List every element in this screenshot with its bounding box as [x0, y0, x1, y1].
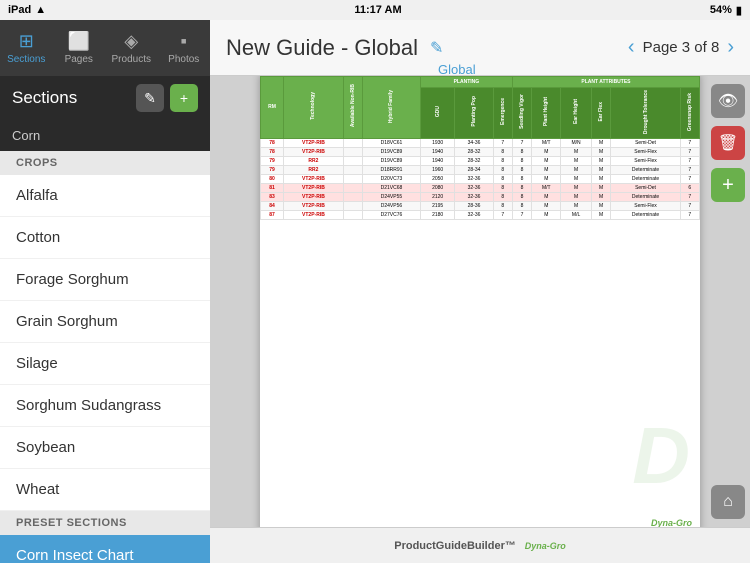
preset-sections-header: PRESET SECTIONS: [0, 511, 210, 535]
status-bar: iPad ▲ 11:17 AM 54% ▮: [0, 0, 750, 20]
eye-icon: 👁: [718, 91, 738, 111]
crop-grain-sorghum[interactable]: Grain Sorghum: [0, 301, 210, 343]
doc-subtitle: Global: [438, 62, 476, 77]
col-planting-header: PLANTING: [420, 76, 512, 87]
col-planth: Plant Height: [532, 87, 561, 138]
col-greensnap: Greensnap Risk: [680, 87, 699, 138]
doc-title: New Guide - Global: [226, 35, 418, 61]
wifi-icon: ▲: [35, 4, 46, 16]
tab-pages-label: Pages: [65, 54, 93, 65]
eye-button[interactable]: 👁: [711, 84, 745, 118]
bottom-logo: Dyna-Gro: [525, 541, 566, 551]
crop-soybean[interactable]: Soybean: [0, 427, 210, 469]
tab-products[interactable]: ◈ Products: [105, 20, 158, 76]
status-right: 54% ▮: [710, 4, 742, 17]
crop-forage-sorghum[interactable]: Forage Sorghum: [0, 259, 210, 301]
table-row: 80VT2P-RIBD20VC73205032-3688MMMDetermina…: [261, 174, 700, 183]
tab-photos[interactable]: ▪ Photos: [158, 20, 211, 76]
crop-sorghum-sudangrass[interactable]: Sorghum Sudangrass: [0, 385, 210, 427]
table-row: 87VT2P-RIBD27VC76218032-3677MM/LMDetermi…: [261, 210, 700, 219]
tab-pages[interactable]: ⬜ Pages: [53, 20, 106, 76]
bottom-brand-label: ProductGuideBuilder™: [394, 540, 516, 552]
trash-icon: 🗑: [718, 133, 738, 153]
page-brand: Dyna-Gro: [651, 518, 692, 528]
table-row: 81VT2P-RIBD21VC68208032-3688M/TMMSemi-De…: [261, 183, 700, 192]
page-label: Page 3 of 8: [643, 39, 720, 56]
home-icon: ⌂: [723, 493, 733, 511]
status-time: 11:17 AM: [354, 4, 401, 16]
tab-sections[interactable]: ⊞ Sections: [0, 20, 53, 76]
table-row: 84VT2P-RIBD24VP56219528-3688MMMSemi-Flex…: [261, 201, 700, 210]
chart-table: RM Technology Available Non-RIB Hybrid F…: [260, 76, 700, 220]
sections-icon: ⊞: [19, 31, 34, 52]
tab-sections-label: Sections: [7, 54, 45, 65]
doc-edit-icon[interactable]: ✎: [430, 38, 443, 58]
add-button[interactable]: +: [711, 168, 745, 202]
status-left: iPad ▲: [8, 4, 46, 16]
page-inner: D RM Technology Available Non-RIB Hybrid…: [260, 76, 700, 527]
tab-bar: ⊞ Sections ⬜ Pages ◈ Products ▪ Photos: [0, 20, 210, 76]
add-section-button[interactable]: +: [170, 84, 198, 112]
right-panel: New Guide - Global ✎ Global ‹ Page 3 of …: [210, 20, 750, 563]
col-avail: Available Non-RIB: [343, 76, 362, 138]
app-container: ⊞ Sections ⬜ Pages ◈ Products ▪ Photos S…: [0, 20, 750, 563]
col-seedling: Seedling Vigor: [512, 87, 531, 138]
col-attributes-header: PLANT ATTRIBUTES: [512, 76, 699, 87]
delete-button[interactable]: 🗑: [711, 126, 745, 160]
next-page-button[interactable]: ›: [727, 36, 734, 59]
col-hybrid: Hybrid Family: [363, 76, 421, 138]
pagination: ‹ Page 3 of 8 ›: [628, 36, 734, 59]
device-label: iPad: [8, 4, 31, 16]
add-icon: +: [722, 174, 734, 197]
sidebar: ⊞ Sections ⬜ Pages ◈ Products ▪ Photos S…: [0, 20, 210, 563]
crop-silage[interactable]: Silage: [0, 343, 210, 385]
right-actions: 👁 🗑 + ⌂: [706, 76, 750, 527]
corn-label: Corn: [0, 120, 210, 151]
content-area: D RM Technology Available Non-RIB Hybrid…: [210, 76, 750, 527]
bottom-bar: ProductGuideBuilder™ Dyna-Gro: [210, 527, 750, 563]
col-rm: RM: [261, 76, 284, 138]
col-pop: Planting Pop: [455, 87, 493, 138]
table-row: 83VT2P-RIBD24VP55212032-3688MMMDetermina…: [261, 192, 700, 201]
tab-products-label: Products: [112, 54, 151, 65]
crop-cotton[interactable]: Cotton: [0, 217, 210, 259]
col-emerg: Emergence: [493, 87, 512, 138]
pages-icon: ⬜: [68, 31, 90, 52]
tab-photos-label: Photos: [168, 54, 199, 65]
dropdown-menu: CROPS Alfalfa Cotton Forage Sorghum Grai…: [0, 151, 210, 563]
sections-header: Sections ✎ +: [0, 76, 210, 120]
battery-icon: ▮: [736, 4, 742, 17]
preset-corn-insect-chart[interactable]: Corn Insect Chart: [0, 535, 210, 563]
col-tech: Technology: [284, 76, 344, 138]
edit-button[interactable]: ✎: [136, 84, 164, 112]
table-row: 78VT2P-RIBD19VC89194028-3288MMMSemi-Flex…: [261, 147, 700, 156]
home-button[interactable]: ⌂: [711, 485, 745, 519]
photos-icon: ▪: [181, 31, 187, 52]
col-earf: Ear Flex: [591, 87, 611, 138]
products-icon: ◈: [124, 31, 138, 52]
table-row: 78VT2P-RIBD18VC61193034-3677M/TM/NMSemi-…: [261, 138, 700, 147]
table-row: 79RR2D18RR91196028-3488MMMDeterminate7: [261, 165, 700, 174]
prev-page-button[interactable]: ‹: [628, 36, 635, 59]
brand-logo: Dyna-Gro: [651, 518, 692, 528]
col-earh: Ear Height: [561, 87, 591, 138]
battery-percent: 54%: [710, 4, 732, 16]
crop-alfalfa[interactable]: Alfalfa: [0, 175, 210, 217]
crops-section-header: CROPS: [0, 151, 210, 175]
table-row: 79RR2D19VC89194028-3288MMMSemi-Flex7: [261, 156, 700, 165]
col-gdu: GDU: [420, 87, 455, 138]
page-content: D RM Technology Available Non-RIB Hybrid…: [210, 76, 750, 527]
crop-wheat[interactable]: Wheat: [0, 469, 210, 511]
col-drought: Drought Tolerance: [611, 87, 680, 138]
page-watermark: D: [632, 410, 690, 502]
sections-title: Sections: [12, 88, 77, 108]
header-actions: ✎ +: [136, 84, 198, 112]
top-bar: New Guide - Global ✎ Global ‹ Page 3 of …: [210, 20, 750, 76]
